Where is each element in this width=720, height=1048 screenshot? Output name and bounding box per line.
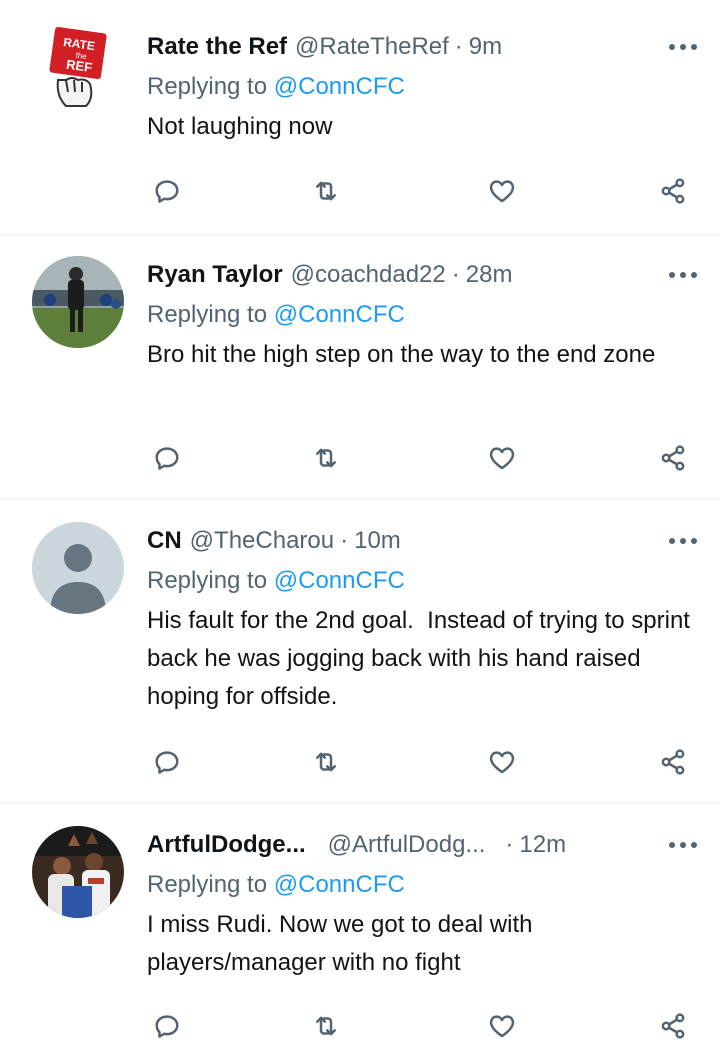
author-handle[interactable]: @TheCharou <box>190 527 334 555</box>
author-handle[interactable]: @RateTheRef <box>295 33 449 61</box>
heart-icon <box>489 447 515 470</box>
reply-mention[interactable]: @ConnCFC <box>274 301 405 328</box>
replying-to: Replying to @ConnCFC <box>147 70 704 104</box>
retweet-icon <box>316 181 336 201</box>
reply-button[interactable] <box>147 438 187 478</box>
separator-dot: · <box>340 527 349 554</box>
tweet-header: CN @TheCharou · 10m <box>147 524 704 558</box>
tweet[interactable]: RATE the REF Rate the Ref @RateTheRef · … <box>0 0 720 234</box>
tweet-actions <box>147 438 707 478</box>
share-button[interactable] <box>653 171 693 211</box>
separator-dot: · <box>505 831 514 858</box>
timestamp[interactable]: 10m <box>354 527 401 555</box>
like-button[interactable] <box>482 1006 522 1046</box>
share-button[interactable] <box>653 438 693 478</box>
more-options-icon[interactable] <box>666 30 700 64</box>
share-icon <box>661 178 685 204</box>
tweet-header: Rate the Ref @RateTheRef · 9m <box>147 30 704 64</box>
timestamp[interactable]: 28m <box>466 261 513 289</box>
default-avatar-icon <box>32 522 124 614</box>
tweet-text: Bro hit the high step on the way to the … <box>147 341 656 368</box>
heart-icon <box>489 751 515 774</box>
reply-button[interactable] <box>147 742 187 782</box>
timestamp[interactable]: 9m <box>469 33 502 61</box>
tweet[interactable]: Ryan Taylor @coachdad22 · 28m Replying t… <box>0 236 720 498</box>
retweet-icon <box>316 448 336 468</box>
rate-the-ref-logo: RATE the REF <box>49 26 107 107</box>
reply-button[interactable] <box>147 1006 187 1046</box>
replying-label: Replying to <box>147 301 268 328</box>
author-handle[interactable]: @coachdad22 <box>291 261 446 289</box>
share-icon <box>661 749 685 775</box>
retweet-icon <box>316 1016 336 1036</box>
retweet-button[interactable] <box>306 171 346 211</box>
share-icon <box>661 1013 685 1039</box>
like-button[interactable] <box>482 171 522 211</box>
tweet[interactable]: ArtfulDodge... @ArtfulDodg... · 12m Repl… <box>0 804 720 1048</box>
author-handle[interactable]: @ArtfulDodg... <box>328 831 486 859</box>
tweet-actions <box>147 742 707 782</box>
avatar[interactable] <box>32 256 124 348</box>
tweet[interactable]: CN @TheCharou · 10m Replying to @ConnCFC… <box>0 500 720 802</box>
replying-to: Replying to @ConnCFC <box>147 298 704 332</box>
more-options-icon[interactable] <box>666 524 700 558</box>
tweet-actions <box>147 171 707 211</box>
avatar[interactable] <box>32 522 124 614</box>
tweet-header: ArtfulDodge... @ArtfulDodg... · 12m <box>147 828 704 862</box>
author-name[interactable]: Ryan Taylor <box>147 261 283 289</box>
retweet-button[interactable] <box>306 742 346 782</box>
more-options-icon[interactable] <box>666 258 700 292</box>
tweet-actions <box>147 1006 707 1046</box>
retweet-icon <box>316 752 336 772</box>
replying-label: Replying to <box>147 73 268 100</box>
tweet-text: His fault for the 2nd goal. Instead of t… <box>147 607 697 710</box>
replying-to: Replying to @ConnCFC <box>147 868 704 902</box>
separator-dot: · <box>451 261 460 288</box>
more-options-icon[interactable] <box>666 828 700 862</box>
reply-icon <box>155 447 179 470</box>
replying-label: Replying to <box>147 567 268 594</box>
reply-mention[interactable]: @ConnCFC <box>274 73 405 100</box>
avatar-photo <box>32 256 124 348</box>
avatar[interactable]: RATE the REF <box>32 20 124 112</box>
retweet-button[interactable] <box>306 438 346 478</box>
separator-dot: · <box>454 33 463 60</box>
reply-icon <box>155 180 179 203</box>
tweet-text: Not laughing now <box>147 113 333 140</box>
author-name[interactable]: Rate the Ref <box>147 33 287 61</box>
share-button[interactable] <box>653 742 693 782</box>
heart-icon <box>489 1015 515 1038</box>
reply-mention[interactable]: @ConnCFC <box>274 567 405 594</box>
avatar-photo <box>32 826 124 918</box>
reply-button[interactable] <box>147 171 187 211</box>
retweet-button[interactable] <box>306 1006 346 1046</box>
replying-to: Replying to @ConnCFC <box>147 564 704 598</box>
author-name[interactable]: ArtfulDodge... <box>147 831 306 859</box>
tweet-header: Ryan Taylor @coachdad22 · 28m <box>147 258 704 292</box>
replying-label: Replying to <box>147 871 268 898</box>
like-button[interactable] <box>482 438 522 478</box>
reply-icon <box>155 1015 179 1038</box>
timestamp[interactable]: 12m <box>519 831 566 859</box>
like-button[interactable] <box>482 742 522 782</box>
reply-mention[interactable]: @ConnCFC <box>274 871 405 898</box>
share-icon <box>661 445 685 471</box>
reply-icon <box>155 751 179 774</box>
heart-icon <box>489 180 515 203</box>
tweet-text: I miss Rudi. Now we got to deal with pla… <box>147 911 533 976</box>
avatar[interactable] <box>32 826 124 918</box>
author-name[interactable]: CN <box>147 527 182 555</box>
share-button[interactable] <box>653 1006 693 1046</box>
